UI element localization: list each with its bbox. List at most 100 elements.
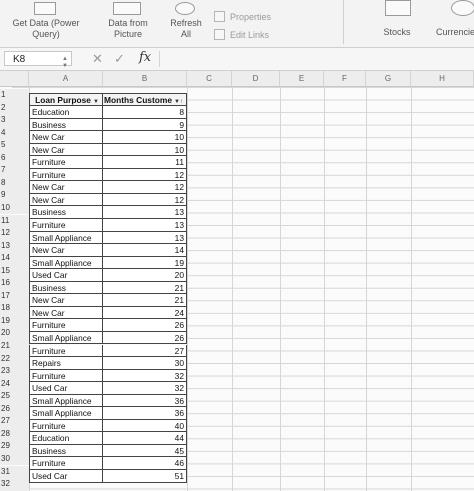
row-header[interactable]: 28 [0,427,29,441]
cell-loan-purpose[interactable]: Used Car [29,470,103,483]
row-header[interactable]: 9 [0,189,29,202]
column-header-b[interactable]: B [103,71,187,87]
cell-loan-purpose[interactable]: Furniture [29,369,103,383]
row-header[interactable]: 22 [0,352,29,366]
name-box[interactable]: K8 ▲ ▼ [4,51,72,69]
get-data-button[interactable]: Get Data (Power Query) [2,18,90,40]
cell-months-customer[interactable]: 11 [103,156,187,169]
cell-loan-purpose[interactable]: Business [29,118,103,132]
row-header[interactable]: 11 [0,214,29,228]
cell-months-customer[interactable]: 40 [103,419,187,433]
cell-months-customer[interactable]: 10 [103,131,187,144]
cell-loan-purpose[interactable]: Business [29,206,103,219]
edit-links-button[interactable]: Edit Links [214,29,269,40]
cell-months-customer[interactable]: 19 [103,256,187,270]
cell-loan-purpose[interactable]: Used Car [29,382,103,395]
cell-loan-purpose[interactable]: Business [29,281,103,295]
row-header[interactable]: 26 [0,402,29,416]
currencies-button[interactable]: Currencie [436,27,474,38]
cell-loan-purpose[interactable]: Education [29,432,103,445]
column-header-d[interactable]: D [232,71,280,87]
cell-months-customer[interactable]: 21 [103,281,187,295]
row-header[interactable]: 19 [0,314,29,328]
cell-months-customer[interactable]: 36 [103,394,187,408]
cell-loan-purpose[interactable]: New Car [29,181,103,194]
select-all-corner[interactable] [0,71,29,87]
column-header-c[interactable]: C [187,71,232,87]
cell-months-customer[interactable]: 12 [103,168,187,182]
cell-loan-purpose[interactable]: New Car [29,193,103,207]
cell-months-customer[interactable]: 14 [103,244,187,257]
cell-months-customer[interactable]: 51 [103,470,187,483]
row-header[interactable]: 10 [0,201,29,215]
header-loan-purpose[interactable]: Loan Purpose ▼ [29,93,103,106]
row-header[interactable]: 32 [0,478,29,491]
filter-dropdown-icon[interactable]: ▼ [93,96,99,105]
cell-loan-purpose[interactable]: Used Car [29,269,103,282]
row-header[interactable]: 21 [0,340,29,353]
row-header[interactable]: 18 [0,302,29,315]
row-header[interactable]: 17 [0,289,29,303]
cell-months-customer[interactable]: 9 [103,118,187,132]
row-header[interactable]: 27 [0,415,29,428]
row-header[interactable]: 6 [0,151,29,165]
cell-loan-purpose[interactable]: New Car [29,143,103,157]
cell-loan-purpose[interactable]: Furniture [29,344,103,358]
properties-button[interactable]: Properties [214,11,271,22]
row-header[interactable]: 25 [0,390,29,403]
row-header[interactable]: 1 [0,89,29,102]
worksheet-grid[interactable]: A B C D E F G H 1 2 3 4 5 6 7 8 9 10 11 12 13 14 15 16 1… [0,71,474,491]
cell-months-customer[interactable]: 13 [103,231,187,245]
cell-months-customer[interactable]: 13 [103,219,187,232]
cell-months-customer[interactable]: 13 [103,206,187,219]
stocks-button[interactable]: Stocks [372,27,422,38]
row-header[interactable]: 15 [0,264,29,278]
row-header[interactable]: 14 [0,252,29,265]
data-from-picture-button[interactable]: Data from Picture [100,18,156,40]
column-header-g[interactable]: G [366,71,411,87]
cell-months-customer[interactable]: 8 [103,106,187,119]
cell-loan-purpose[interactable]: Furniture [29,168,103,182]
cell-months-customer[interactable]: 10 [103,143,187,157]
refresh-all-button[interactable]: Refresh All [165,18,207,40]
cell-months-customer[interactable]: 32 [103,369,187,383]
cell-months-customer[interactable]: 46 [103,457,187,470]
cell-loan-purpose[interactable]: Furniture [29,319,103,332]
cell-loan-purpose[interactable]: New Car [29,244,103,257]
cell-loan-purpose[interactable]: Repairs [29,357,103,370]
cell-loan-purpose[interactable]: New Car [29,294,103,307]
cell-loan-purpose[interactable]: Small Appliance [29,256,103,270]
cell-loan-purpose[interactable]: New Car [29,306,103,320]
row-header[interactable]: 8 [0,176,29,190]
cell-months-customer[interactable]: 44 [103,432,187,445]
cell-months-customer[interactable]: 12 [103,181,187,194]
column-header-e[interactable]: E [280,71,324,87]
cancel-icon[interactable]: ✕ [92,51,103,67]
cell-loan-purpose[interactable]: Small Appliance [29,407,103,420]
cell-loan-purpose[interactable]: Small Appliance [29,331,103,345]
cell-loan-purpose[interactable]: Small Appliance [29,231,103,245]
row-header[interactable]: 24 [0,377,29,391]
cell-loan-purpose[interactable]: Small Appliance [29,394,103,408]
cell-months-customer[interactable]: 36 [103,407,187,420]
insert-function-icon[interactable]: fx [139,50,151,65]
row-header[interactable]: 13 [0,239,29,253]
cell-loan-purpose[interactable]: New Car [29,131,103,144]
row-header[interactable]: 3 [0,114,29,127]
row-header[interactable]: 4 [0,126,29,140]
cell-months-customer[interactable]: 26 [103,331,187,345]
column-header-h[interactable]: H [411,71,474,87]
cell-months-customer[interactable]: 12 [103,193,187,207]
cell-months-customer[interactable]: 27 [103,344,187,358]
cell-loan-purpose[interactable]: Business [29,444,103,458]
cell-months-customer[interactable]: 24 [103,306,187,320]
cell-months-customer[interactable]: 30 [103,357,187,370]
row-header[interactable]: 29 [0,440,29,453]
column-header-f[interactable]: F [324,71,366,87]
cell-loan-purpose[interactable]: Furniture [29,219,103,232]
cell-months-customer[interactable]: 26 [103,319,187,332]
row-header[interactable]: 7 [0,164,29,177]
cell-months-customer[interactable]: 32 [103,382,187,395]
enter-icon[interactable]: ✓ [114,51,125,67]
row-header[interactable]: 16 [0,277,29,290]
